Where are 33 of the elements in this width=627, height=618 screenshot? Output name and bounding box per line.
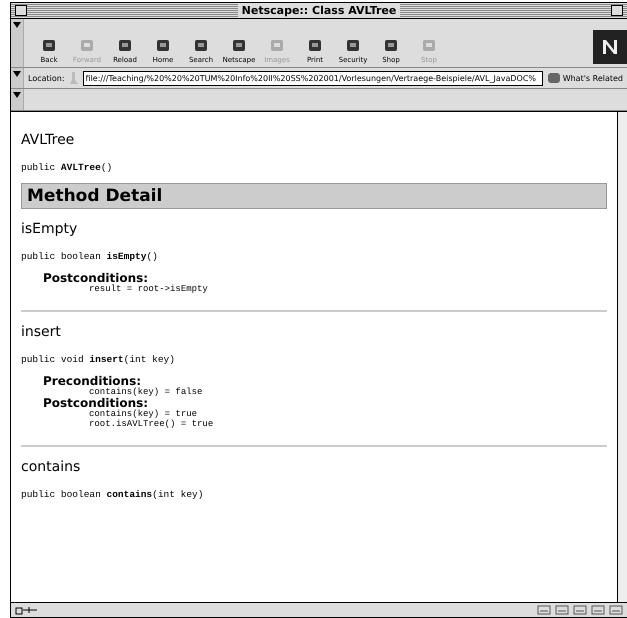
collapse-icon[interactable] xyxy=(13,22,21,28)
method-signature: public void insert(int key) xyxy=(21,354,176,365)
zoom-box[interactable] xyxy=(611,5,623,16)
condition-text: contains(key) = false xyxy=(88,387,204,397)
condition-label: Postconditions: xyxy=(43,272,148,284)
method-signature: public boolean isEmpty() xyxy=(21,251,159,262)
component-icon[interactable] xyxy=(537,605,551,615)
method-heading: isEmpty xyxy=(21,221,78,237)
scrollbar[interactable] xyxy=(617,112,627,602)
component-icon[interactable] xyxy=(555,605,569,615)
component-icon[interactable] xyxy=(609,605,623,615)
location-field[interactable]: file:///Teaching/%20%20%20TUM%20Info%20II%20SS%202001/Vorlesungen/Vertraege-Beispiele/AVL_JavaDOC% xyxy=(82,70,543,86)
condition-text: root.isAVLTree() = true xyxy=(88,419,214,429)
condition-text: contains(key) = true xyxy=(88,409,198,419)
method-signature: public boolean contains(int key) xyxy=(21,489,204,500)
method-signature: public AVLTree() xyxy=(21,162,114,173)
collapse-icon[interactable] xyxy=(13,71,21,77)
component-icon[interactable] xyxy=(573,605,587,615)
location-label: Location: xyxy=(28,74,65,82)
window-title: Netscape:: Class AVLTree xyxy=(238,4,400,17)
condition-label: Preconditions: xyxy=(43,375,142,387)
method-heading: insert xyxy=(21,324,62,340)
condition-label: Postconditions: xyxy=(43,397,148,409)
component-icon[interactable] xyxy=(591,605,605,615)
whats-related-button[interactable]: What's Related xyxy=(546,71,623,85)
method-heading: AVLTree xyxy=(21,132,76,148)
logo-icon xyxy=(593,30,627,64)
collapse-icon[interactable] xyxy=(13,92,21,98)
method-heading: contains xyxy=(21,459,82,475)
condition-text: result = root->isEmpty xyxy=(88,284,209,294)
close-box[interactable] xyxy=(15,5,27,16)
section-banner: Method Detail xyxy=(21,183,607,209)
related-icon xyxy=(546,71,561,85)
